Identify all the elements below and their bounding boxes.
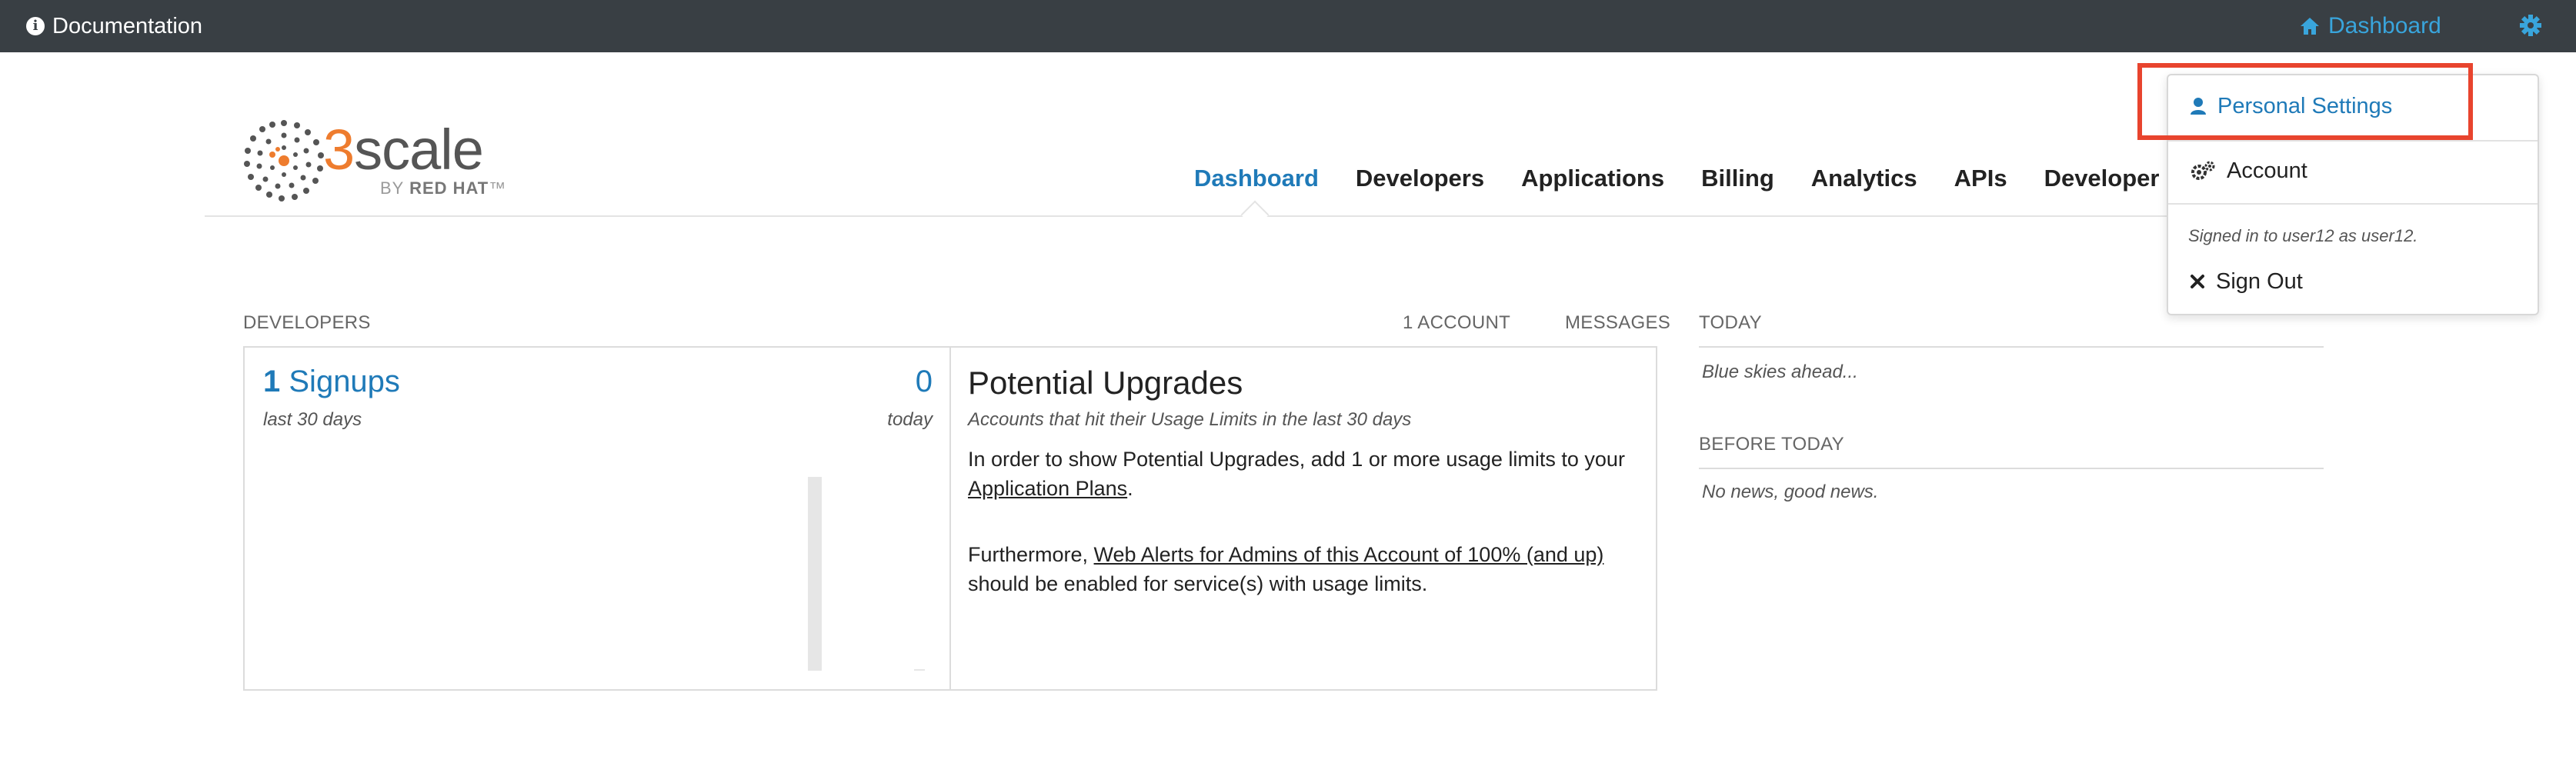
potential-upgrades-paragraph-1: In order to show Potential Upgrades, add… <box>968 448 1625 500</box>
home-icon <box>2301 18 2319 35</box>
web-alerts-link[interactable]: Web Alerts for Admins of this Account of… <box>1094 543 1604 566</box>
settings-gear-icon[interactable] <box>2519 14 2544 38</box>
dropdown-divider-1 <box>2168 140 2538 142</box>
gears-icon <box>2191 161 2215 180</box>
dropdown-divider-2 <box>2168 203 2538 205</box>
signups-link[interactable]: 1 Signups <box>263 365 400 399</box>
nav-item-billing[interactable]: Billing <box>1701 165 1774 192</box>
sign-out-label: Sign Out <box>2216 268 2303 294</box>
today-label: today <box>887 409 933 430</box>
account-label: Account <box>2227 158 2307 183</box>
nav-item-applications[interactable]: Applications <box>1521 165 1664 192</box>
info-icon: i <box>26 17 45 35</box>
one-account-link[interactable]: 1 ACCOUNT <box>1403 312 1510 334</box>
before-today-header: BEFORE TODAY <box>1699 434 1844 455</box>
signups-sparkline-baseline <box>914 669 925 671</box>
personal-settings-highlight <box>2137 63 2473 140</box>
before-today-text: No news, good news. <box>1702 481 1879 502</box>
documentation-link[interactable]: i Documentation <box>26 0 202 52</box>
account-item[interactable]: Account <box>2168 152 2538 189</box>
sign-out-item[interactable]: Sign Out <box>2168 263 2538 300</box>
nav-item-developers[interactable]: Developers <box>1356 165 1484 192</box>
today-count[interactable]: 0 <box>909 365 933 399</box>
today-news-header: TODAY <box>1699 312 1762 333</box>
developers-header: DEVELOPERS <box>243 312 371 333</box>
signups-period: last 30 days <box>263 409 362 430</box>
active-nav-caret <box>1240 200 1270 229</box>
nav-item-dashboard[interactable]: Dashboard <box>1194 165 1319 192</box>
potential-upgrades-subtitle: Accounts that hit their Usage Limits in … <box>968 409 1412 430</box>
today-news-text: Blue skies ahead... <box>1702 362 1858 382</box>
by-red-hat-tagline: BY RED HAT™ <box>380 178 507 198</box>
top-bar: i Documentation Dashboard <box>0 0 2576 52</box>
main-nav: Dashboard Developers Applications Billin… <box>1194 165 2234 192</box>
nav-item-analytics[interactable]: Analytics <box>1811 165 1917 192</box>
signups-sparkline-bar <box>808 477 822 671</box>
messages-link[interactable]: MESSAGES <box>1565 312 1670 334</box>
3scale-wordmark: 3scale <box>323 118 484 182</box>
documentation-label: Documentation <box>52 13 203 38</box>
application-plans-link[interactable]: Application Plans <box>968 477 1127 500</box>
potential-upgrades-paragraph-2: Furthermore, Web Alerts for Admins of th… <box>968 543 1604 595</box>
signed-in-status: Signed in to user12 as user12. <box>2188 226 2418 245</box>
3scale-logo-mark <box>244 120 324 202</box>
potential-upgrades-title: Potential Upgrades <box>968 365 1243 401</box>
dashboard-top-link[interactable]: Dashboard <box>2299 0 2441 52</box>
close-icon <box>2191 275 2204 288</box>
dashboard-top-label: Dashboard <box>2328 13 2441 38</box>
today-news-divider <box>1699 346 2324 348</box>
before-today-divider <box>1699 468 2324 469</box>
nav-item-apis[interactable]: APIs <box>1954 165 2007 192</box>
